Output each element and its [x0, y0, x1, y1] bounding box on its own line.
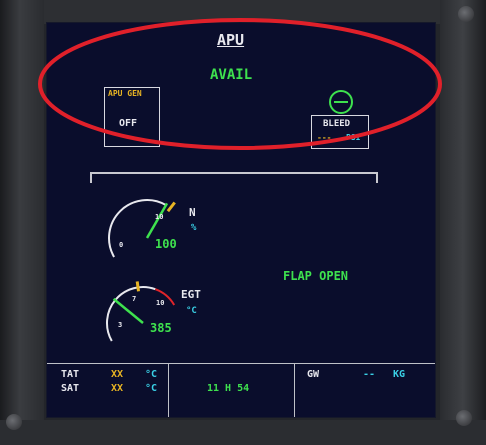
egt-scale-label-10: 10	[156, 299, 165, 307]
egt-gauge-unit: °C	[186, 306, 197, 316]
engine-area-bracket	[90, 172, 378, 183]
ecam-apu-page: APU AVAIL APU GEN OFF BLEED --- PSI 0 10…	[46, 22, 436, 418]
egt-gauge-needle	[112, 297, 144, 324]
screw-icon	[458, 6, 474, 22]
gauge-graphics	[90, 172, 378, 342]
egt-gauge-label: EGT	[181, 288, 201, 301]
display-bezel-right	[440, 0, 486, 445]
n-gauge-limit-mark	[166, 201, 176, 213]
screw-icon	[6, 414, 22, 430]
egt-scale-label-3: 3	[118, 321, 123, 329]
sat-unit: °C	[145, 383, 158, 394]
egt-gauge-amber-mark	[135, 281, 140, 292]
sat-label: SAT	[61, 383, 80, 394]
sat-value: XX	[111, 383, 124, 394]
tat-unit: °C	[145, 369, 158, 380]
display-bezel-left	[0, 0, 44, 445]
tat-value: XX	[111, 369, 124, 380]
gw-unit: KG	[393, 369, 406, 380]
n-gauge-label: N	[189, 206, 196, 219]
n-gauge-value: 100	[155, 237, 177, 251]
gw-value: --	[363, 369, 376, 380]
display-bezel-bottom	[0, 420, 486, 445]
n-scale-label-min: 0	[119, 241, 124, 249]
status-bar-divider	[294, 363, 295, 417]
utc-time: 11 H 54	[207, 383, 250, 394]
display-bezel-top	[0, 0, 486, 24]
gw-label: GW	[307, 369, 320, 380]
n-scale-label-max: 10	[155, 213, 164, 221]
screw-icon	[456, 410, 472, 426]
egt-scale-label-7: 7	[132, 295, 137, 303]
status-bar-divider	[168, 363, 169, 417]
flap-status: FLAP OPEN	[283, 269, 349, 283]
egt-gauge-value: 385	[150, 321, 172, 335]
n-gauge-unit: %	[191, 223, 197, 233]
tat-label: TAT	[61, 369, 80, 380]
